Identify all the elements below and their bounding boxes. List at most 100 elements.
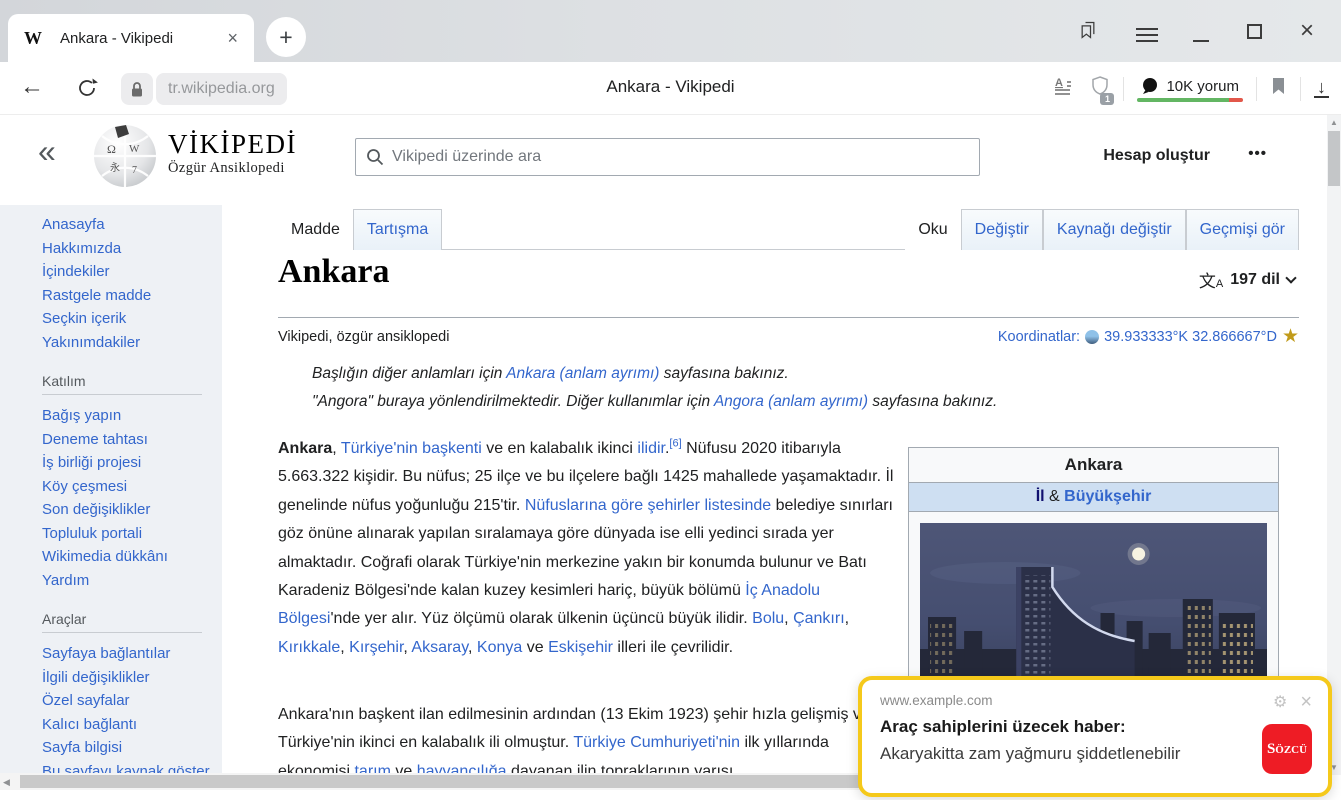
sidebar-link[interactable]: Seçkin içerik	[42, 307, 222, 331]
new-tab-button[interactable]: +	[266, 17, 306, 57]
scroll-left-arrow[interactable]: ◀	[3, 777, 10, 788]
notification-popup[interactable]: www.example.com ⚙ × Araç sahiplerini üze…	[858, 676, 1332, 797]
infobox-link-buyuksehir[interactable]: Büyükşehir	[1064, 488, 1151, 505]
sidebar-link[interactable]: Bağış yapın	[42, 404, 222, 428]
coordinates-value-link[interactable]: 39.933333°K 32.866667°D	[1104, 329, 1277, 345]
sidebar-link[interactable]: Hakkımızda	[42, 237, 222, 261]
svg-text:永: 永	[110, 161, 120, 174]
tab-kaynagi-degistir[interactable]: Kaynağı değiştir	[1042, 209, 1186, 250]
sidebar-link[interactable]: Deneme tahtası	[42, 428, 222, 452]
article-link[interactable]: Ankara (anlam ayrımı)	[506, 365, 659, 382]
notification-source: www.example.com	[880, 693, 993, 708]
close-tab-icon[interactable]: ×	[227, 29, 238, 47]
article-link[interactable]: ilidir	[637, 440, 665, 457]
reload-icon[interactable]	[76, 77, 98, 104]
article-link[interactable]: Kırıkkale	[278, 639, 340, 656]
article-link[interactable]: hayvancılığa	[417, 763, 507, 773]
notification-settings-gear-icon[interactable]: ⚙	[1273, 692, 1287, 712]
article-link[interactable]: Aksaray	[411, 639, 468, 656]
reader-mode-icon[interactable]: A	[1055, 76, 1077, 101]
sidebar-link[interactable]: Kalıcı bağlantı	[42, 713, 222, 737]
sidebar-link[interactable]: Yardım	[42, 569, 222, 593]
infobox-link-il[interactable]: İl	[1036, 488, 1045, 505]
toolbar-divider	[1123, 76, 1125, 101]
article-link[interactable]: Türkiye Cumhuriyeti'nin	[573, 734, 740, 751]
comments-widget[interactable]: 10K yorum	[1137, 75, 1243, 102]
more-options-icon[interactable]: •••	[1248, 145, 1267, 162]
protect-shield-icon[interactable]: 1	[1090, 75, 1115, 105]
collections-icon[interactable]	[1078, 20, 1098, 40]
article-link[interactable]: başkenti	[422, 440, 482, 457]
sidebar-link[interactable]: İlgili değişiklikler	[42, 666, 222, 690]
language-selector[interactable]: 文A 197 dil	[1199, 267, 1297, 292]
comment-bubble-icon	[1143, 78, 1158, 94]
sidebar-link[interactable]: Rastgele madde	[42, 284, 222, 308]
close-window-button[interactable]: ×	[1300, 19, 1314, 43]
article-link[interactable]: Eskişehir	[548, 639, 613, 656]
scroll-up-arrow[interactable]: ▲	[1327, 118, 1341, 127]
notification-body[interactable]: Akaryakitta zam yağmuru şiddetlenebilir	[880, 744, 1310, 764]
coordinates-label-link[interactable]: Koordinatlar:	[998, 329, 1080, 345]
lock-icon[interactable]	[121, 73, 153, 105]
tab-tartisma[interactable]: Tartışma	[352, 209, 443, 250]
svg-text:7: 7	[132, 165, 137, 176]
infobox-subtitle: İl & Büyükşehir	[909, 483, 1278, 512]
article-paragraph: Ankara, Türkiye'nin başkenti ve en kalab…	[278, 437, 894, 656]
sidebar-link[interactable]: Son değişiklikler	[42, 498, 222, 522]
bookmark-icon[interactable]	[1270, 76, 1287, 101]
svg-text:Ω: Ω	[107, 142, 116, 156]
article-link[interactable]: tarım	[354, 763, 390, 773]
sidebar-link[interactable]: İş birliği projesi	[42, 451, 222, 475]
address-url[interactable]: tr.wikipedia.org	[156, 73, 287, 105]
sidebar-section-title: Katılım	[42, 373, 202, 395]
sidebar-link[interactable]: Yakınımdakiler	[42, 331, 222, 355]
toolbar-right-cluster: A 1 10K yorum ↓	[1055, 62, 1329, 115]
search-input[interactable]	[392, 148, 969, 166]
browser-tab-bar: W Ankara - Vikipedi × + ×	[0, 0, 1341, 62]
sidebar-link[interactable]: Wikimedia dükkânı	[42, 545, 222, 569]
article-link[interactable]: Bolu	[752, 610, 784, 627]
sidebar-link[interactable]: Köy çeşmesi	[42, 475, 222, 499]
article-link[interactable]: Konya	[477, 639, 522, 656]
browser-tab[interactable]: W Ankara - Vikipedi ×	[8, 14, 254, 62]
sidebar-link[interactable]: Topluluk portali	[42, 522, 222, 546]
tab-degistir[interactable]: Değiştir	[960, 209, 1043, 250]
sidebar-link[interactable]: Sayfaya bağlantılar	[42, 642, 222, 666]
create-account-link[interactable]: Hesap oluştur	[1103, 147, 1210, 165]
sidebar-link[interactable]: Anasayfa	[42, 213, 222, 237]
tab-madde[interactable]: Madde	[278, 209, 353, 250]
notification-close-icon[interactable]: ×	[1300, 692, 1312, 712]
downloads-icon[interactable]: ↓	[1314, 78, 1329, 98]
wordmark-title: VİKİPEDİ	[168, 129, 297, 159]
article-link[interactable]: Türkiye'nin	[341, 440, 418, 457]
maximize-button[interactable]	[1247, 24, 1262, 39]
sozcu-logo[interactable]: Sözcü	[1262, 724, 1312, 774]
globe-icon[interactable]	[1085, 329, 1100, 344]
tab-title: Ankara - Vikipedi	[60, 29, 174, 47]
article-link[interactable]: Çankırı	[793, 610, 845, 627]
wikipedia-favicon: W	[24, 27, 42, 48]
wikipedia-wordmark[interactable]: VİKİPEDİ Özgür Ansiklopedi	[168, 129, 297, 177]
wikipedia-globe-logo[interactable]: Ω W 7 永	[92, 123, 158, 189]
browser-window: W Ankara - Vikipedi × + × ← tr.wikipedia…	[0, 0, 1341, 800]
vertical-scrollbar[interactable]: ▲ ▼	[1327, 115, 1341, 775]
vertical-scrollbar-thumb[interactable]	[1328, 131, 1340, 186]
chevron-down-icon	[1285, 271, 1297, 284]
article-link[interactable]: Kırşehir	[349, 639, 403, 656]
article-link[interactable]: Nüfuslarına göre şehirler listesinde	[525, 497, 771, 514]
sidebar-link[interactable]: İçindekiler	[42, 260, 222, 284]
hatnote: "Angora" buraya yönlendirilmektedir. Diğ…	[312, 393, 998, 410]
minimize-button[interactable]	[1193, 40, 1209, 42]
article-link[interactable]: Angora (anlam ayrımı)	[714, 393, 868, 410]
wiki-search-box[interactable]	[355, 138, 980, 176]
tab-gecmisi-gor[interactable]: Geçmişi gör	[1185, 209, 1299, 250]
browser-menu-icon[interactable]	[1136, 24, 1158, 46]
toolbar-divider	[1256, 76, 1257, 101]
tab-oku[interactable]: Oku	[905, 209, 961, 250]
notification-headline[interactable]: Araç sahiplerini üzecek haber:	[880, 717, 1310, 737]
sidebar-link[interactable]: Özel sayfalar	[42, 689, 222, 713]
back-icon[interactable]: ←	[20, 73, 44, 101]
collapse-sidebar-icon[interactable]: «	[38, 133, 56, 170]
article-link[interactable]: [6]	[669, 438, 681, 450]
sidebar-link[interactable]: Sayfa bilgisi	[42, 736, 222, 760]
